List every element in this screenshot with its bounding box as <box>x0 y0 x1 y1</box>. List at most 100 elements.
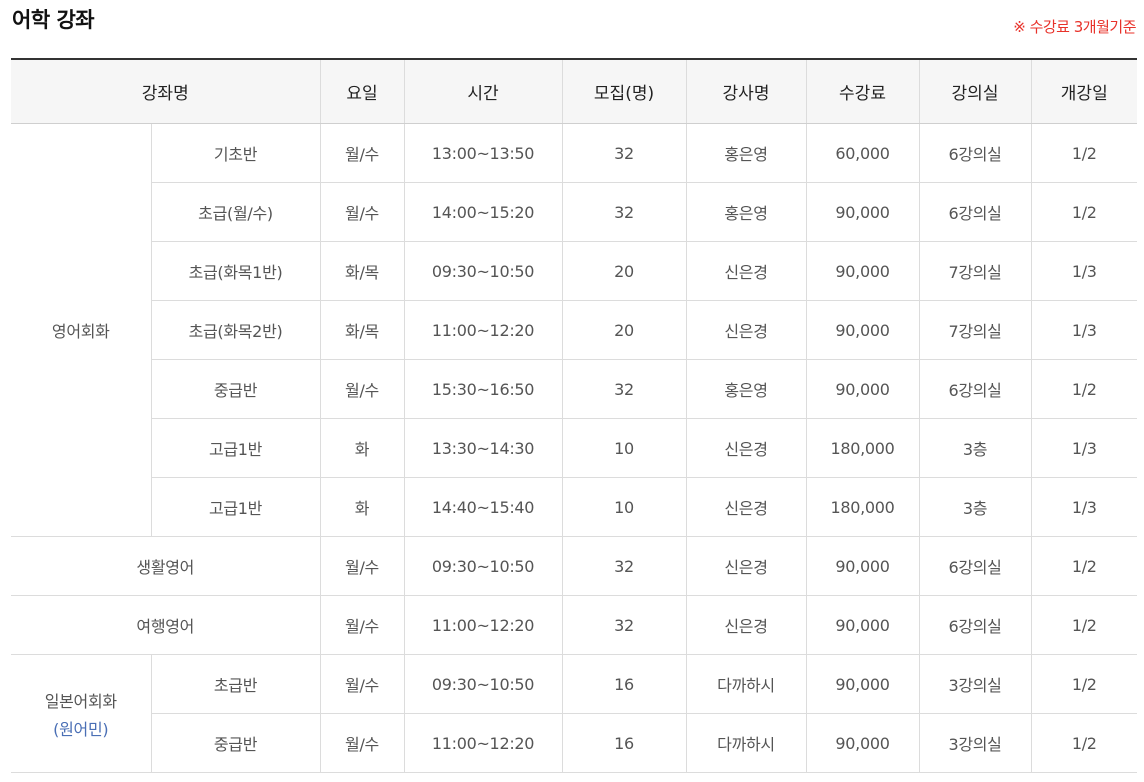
capacity-cell: 16 <box>561 654 687 714</box>
fee-cell: 180,000 <box>805 418 920 478</box>
teacher-cell: 신은경 <box>685 536 807 596</box>
header-fee: 수강료 <box>805 58 920 124</box>
table-row: 고급1반 화 14:40~15:40 10 신은경 180,000 3층 1/3 <box>11 477 1138 537</box>
table-row: 초급(화목2반) 화/목 11:00~12:20 20 신은경 90,000 7… <box>11 300 1138 360</box>
header-day: 요일 <box>319 58 405 124</box>
group-japanese-conversation: 일본어회화 (원어민) <box>11 654 151 773</box>
table-row: 영어회화 기초반 월/수 13:00~13:50 32 홍은영 60,000 6… <box>11 123 1138 537</box>
course-name-cell: 초급반 <box>150 654 321 714</box>
fee-cell: 90,000 <box>805 654 920 714</box>
teacher-cell: 신은경 <box>685 241 807 301</box>
table-row: 초급(월/수) 월/수 14:00~15:20 32 홍은영 90,000 6강… <box>11 182 1138 242</box>
header-time: 시간 <box>403 58 563 124</box>
table-row: 생활영어 월/수 09:30~10:50 32 신은경 90,000 6강의실 … <box>11 536 1138 596</box>
time-cell: 11:00~12:20 <box>403 713 563 773</box>
day-cell: 화 <box>319 418 405 478</box>
teacher-cell: 신은경 <box>685 418 807 478</box>
time-cell: 13:00~13:50 <box>403 123 563 183</box>
course-name-cell: 중급반 <box>150 713 321 773</box>
time-cell: 09:30~10:50 <box>403 241 563 301</box>
fee-basis-note: ※ 수강료 3개월기준 <box>1013 18 1136 36</box>
capacity-cell: 32 <box>561 595 687 655</box>
header-course-name: 강좌명 <box>11 58 321 124</box>
room-cell: 6강의실 <box>918 182 1032 242</box>
fee-cell: 180,000 <box>805 477 920 537</box>
room-cell: 6강의실 <box>918 536 1032 596</box>
capacity-cell: 32 <box>561 359 687 419</box>
day-cell: 월/수 <box>319 359 405 419</box>
teacher-cell: 신은경 <box>685 595 807 655</box>
day-cell: 월/수 <box>319 182 405 242</box>
header-room: 강의실 <box>918 58 1032 124</box>
day-cell: 월/수 <box>319 654 405 714</box>
day-cell: 월/수 <box>319 595 405 655</box>
fee-cell: 90,000 <box>805 713 920 773</box>
teacher-cell: 다까하시 <box>685 654 807 714</box>
table-row: 초급(화목1반) 화/목 09:30~10:50 20 신은경 90,000 7… <box>11 241 1138 301</box>
time-cell: 11:00~12:20 <box>403 595 563 655</box>
course-name-cell: 초급(화목1반) <box>150 241 321 301</box>
course-name-cell: 초급(월/수) <box>150 182 321 242</box>
course-name-cell: 생활영어 <box>11 536 321 596</box>
capacity-cell: 32 <box>561 536 687 596</box>
capacity-cell: 10 <box>561 477 687 537</box>
table-row: 중급반 월/수 11:00~12:20 16 다까하시 90,000 3강의실 … <box>11 713 1138 773</box>
table-row: 중급반 월/수 15:30~16:50 32 홍은영 90,000 6강의실 1… <box>11 359 1138 419</box>
fee-cell: 90,000 <box>805 359 920 419</box>
day-cell: 화 <box>319 477 405 537</box>
time-cell: 09:30~10:50 <box>403 536 563 596</box>
room-cell: 6강의실 <box>918 595 1032 655</box>
time-cell: 09:30~10:50 <box>403 654 563 714</box>
course-name-cell: 중급반 <box>150 359 321 419</box>
native-speaker-label: (원어민) <box>53 719 109 739</box>
teacher-cell: 홍은영 <box>685 182 807 242</box>
header-capacity: 모집(명) <box>561 58 687 124</box>
room-cell: 3강의실 <box>918 713 1032 773</box>
group-japanese-label: 일본어회화 <box>44 691 117 711</box>
group-english-conversation: 영어회화 <box>11 123 151 537</box>
start-date-cell: 1/2 <box>1030 182 1138 242</box>
time-cell: 14:40~15:40 <box>403 477 563 537</box>
course-name-cell: 고급1반 <box>150 418 321 478</box>
fee-cell: 90,000 <box>805 536 920 596</box>
start-date-cell: 1/2 <box>1030 536 1138 596</box>
course-name-cell: 고급1반 <box>150 477 321 537</box>
capacity-cell: 16 <box>561 713 687 773</box>
table-row: 일본어회화 (원어민) 초급반 월/수 09:30~10:50 16 다까하시 … <box>11 654 1138 773</box>
table-row: 고급1반 화 13:30~14:30 10 신은경 180,000 3층 1/3 <box>11 418 1138 478</box>
course-name-cell: 기초반 <box>150 123 321 183</box>
day-cell: 월/수 <box>319 713 405 773</box>
teacher-cell: 신은경 <box>685 477 807 537</box>
start-date-cell: 1/3 <box>1030 418 1138 478</box>
start-date-cell: 1/2 <box>1030 595 1138 655</box>
table-row: 여행영어 월/수 11:00~12:20 32 신은경 90,000 6강의실 … <box>11 595 1138 655</box>
day-cell: 월/수 <box>319 123 405 183</box>
course-name-cell: 여행영어 <box>11 595 321 655</box>
course-name-cell: 초급(화목2반) <box>150 300 321 360</box>
capacity-cell: 20 <box>561 300 687 360</box>
day-cell: 화/목 <box>319 241 405 301</box>
capacity-cell: 32 <box>561 182 687 242</box>
fee-cell: 90,000 <box>805 595 920 655</box>
day-cell: 화/목 <box>319 300 405 360</box>
fee-cell: 60,000 <box>805 123 920 183</box>
start-date-cell: 1/3 <box>1030 477 1138 537</box>
fee-cell: 90,000 <box>805 241 920 301</box>
teacher-cell: 홍은영 <box>685 123 807 183</box>
capacity-cell: 20 <box>561 241 687 301</box>
language-course-table: 강좌명 요일 시간 모집(명) 강사명 수강료 강의실 개강일 영어회화 기초반… <box>11 58 1138 773</box>
room-cell: 3층 <box>918 418 1032 478</box>
start-date-cell: 1/2 <box>1030 713 1138 773</box>
time-cell: 11:00~12:20 <box>403 300 563 360</box>
room-cell: 6강의실 <box>918 359 1032 419</box>
room-cell: 3층 <box>918 477 1032 537</box>
fee-cell: 90,000 <box>805 182 920 242</box>
capacity-cell: 32 <box>561 123 687 183</box>
page-title: 어학 강좌 <box>12 8 95 32</box>
teacher-cell: 홍은영 <box>685 359 807 419</box>
start-date-cell: 1/2 <box>1030 359 1138 419</box>
day-cell: 월/수 <box>319 536 405 596</box>
room-cell: 6강의실 <box>918 123 1032 183</box>
fee-cell: 90,000 <box>805 300 920 360</box>
header-start-date: 개강일 <box>1030 58 1138 124</box>
